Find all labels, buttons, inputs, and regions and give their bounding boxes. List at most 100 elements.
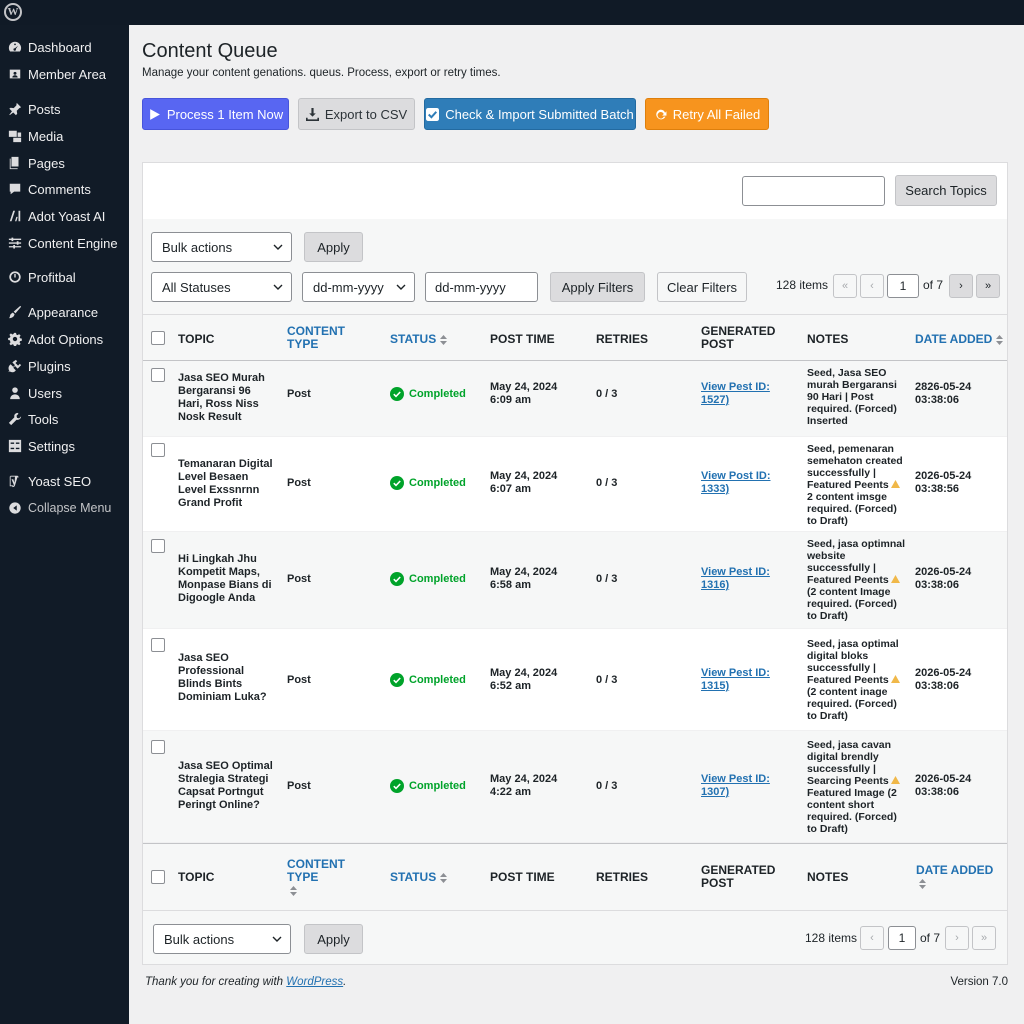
sidebar-item-tools[interactable]: Tools <box>0 408 129 430</box>
column-content-type[interactable]: CONTENT TYPE <box>287 325 357 351</box>
column-status[interactable]: STATUS <box>390 333 448 346</box>
prev-page-button[interactable]: ‹ <box>860 274 884 298</box>
row-checkbox[interactable] <box>151 443 165 457</box>
row-notes-detail: 2 content imsge required. (Forced) to Dr… <box>807 491 897 527</box>
select-all-checkbox[interactable] <box>151 331 165 345</box>
row-post-time: May 24, 2024 4:22 am <box>490 773 558 798</box>
apply-bulk-button-bottom[interactable]: Apply <box>304 924 363 954</box>
sidebar-item-pages[interactable]: Pages <box>0 152 129 174</box>
footer-column-post-time: POST TIME <box>490 870 555 884</box>
next-page-button[interactable]: › <box>949 274 973 298</box>
sidebar-item-label: Tools <box>28 411 59 427</box>
download-icon <box>305 107 319 121</box>
row-status: Completed <box>390 387 466 401</box>
footer-version: Version 7.0 <box>950 976 1008 988</box>
play-icon <box>149 108 160 120</box>
row-status-label: Completed <box>409 674 466 686</box>
apply-filters-button[interactable]: Apply Filters <box>550 272 645 302</box>
current-page-input[interactable]: 1 <box>887 274 919 298</box>
wrench-icon <box>7 411 23 427</box>
sidebar-item-appearance[interactable]: Appearance <box>0 301 129 323</box>
sidebar-item-label: Plugins <box>28 358 71 374</box>
check-import-batch-button[interactable]: Check & Import Submitted Batch <box>424 98 636 130</box>
check-circle-icon <box>390 476 404 490</box>
last-page-button-bottom[interactable]: » <box>972 926 996 950</box>
sidebar-item-member-area[interactable]: Member Area <box>0 63 129 85</box>
footer-column-date-added[interactable]: DATE ADDED <box>916 864 993 890</box>
sidebar-item-profitbal[interactable]: Profitbal <box>0 266 129 288</box>
footer-credit: Thank you for creating with WordPress. <box>145 976 346 988</box>
sidebar-item-content-engine[interactable]: Content Engine <box>0 232 129 254</box>
first-page-button[interactable]: « <box>833 274 857 298</box>
view-post-link[interactable]: View Pest ID: 1527) <box>701 381 773 407</box>
process-item-button[interactable]: Process 1 Item Now <box>142 98 289 130</box>
footer-credit-text: Thank you for creating with <box>145 976 284 988</box>
row-notes-text: Seed, Jasa SEO murah Bergaransi 90 Hari … <box>807 367 897 427</box>
search-topics-button[interactable]: Search Topics <box>895 175 997 206</box>
admin-bar: W <box>0 0 1024 25</box>
prev-page-button-bottom[interactable]: ‹ <box>860 926 884 950</box>
row-topic: Jasa SEO Professional Blinds Bints Domin… <box>178 652 267 703</box>
sidebar-item-settings[interactable]: Settings <box>0 435 129 457</box>
row-retries: 0 / 3 <box>596 477 618 489</box>
page-title: Content Queue <box>142 40 278 62</box>
select-all-checkbox-footer[interactable] <box>151 870 165 884</box>
pin-icon <box>7 101 23 117</box>
apply-bulk-button[interactable]: Apply <box>304 232 363 262</box>
sidebar-item-posts[interactable]: Posts <box>0 98 129 120</box>
view-post-link[interactable]: View Post ID: 1333) <box>701 470 773 496</box>
clear-filters-button[interactable]: Clear Filters <box>657 272 747 302</box>
row-checkbox[interactable] <box>151 539 165 553</box>
footer-column-content-type[interactable]: CONTENT TYPE <box>287 858 357 897</box>
sidebar-item-adot-options[interactable]: Adot Options <box>0 328 129 350</box>
footer-column-status[interactable]: STATUS <box>390 871 448 884</box>
date-from-select[interactable]: dd-mm-yyyy <box>302 272 415 302</box>
view-post-link[interactable]: View Pest ID: 1316) <box>701 566 773 592</box>
sidebar-item-label: Dashboard <box>28 39 92 55</box>
column-notes: NOTES <box>807 332 849 346</box>
wordpress-link[interactable]: WordPress <box>286 976 343 988</box>
row-retries: 0 / 3 <box>596 674 618 686</box>
row-topic: Hi Lingkah Jhu Kompetit Maps, Monpase Bi… <box>178 553 272 604</box>
media-icon <box>7 128 23 144</box>
sidebar-item-media[interactable]: Media <box>0 125 129 147</box>
retry-all-failed-button[interactable]: Retry All Failed <box>645 98 769 130</box>
yoast-icon <box>7 473 23 489</box>
bulk-actions-select[interactable]: Bulk actions <box>151 232 292 262</box>
table-row: Jasa SEO Professional Blinds Bints Domin… <box>143 629 1007 731</box>
next-page-button-bottom[interactable]: › <box>945 926 969 950</box>
sidebar-item-yoast-seo[interactable]: Yoast SEO <box>0 470 129 492</box>
row-checkbox[interactable] <box>151 368 165 382</box>
sidebar-item-users[interactable]: Users <box>0 382 129 404</box>
view-post-link[interactable]: View Pest ID: 1307) <box>701 773 773 799</box>
chevron-down-icon <box>273 244 283 250</box>
wordpress-logo-icon[interactable]: W <box>4 3 22 21</box>
sidebar-item-adot-yoast-ai[interactable]: Adot Yoast AI <box>0 205 129 227</box>
bulk-actions-select-bottom[interactable]: Bulk actions <box>153 924 291 954</box>
date-to-input[interactable]: dd-mm-yyyy <box>425 272 538 302</box>
collapse-menu-button[interactable]: Collapse Menu <box>0 497 129 519</box>
search-topics-input[interactable] <box>742 176 885 206</box>
last-page-button[interactable]: » <box>976 274 1000 298</box>
view-post-link[interactable]: View Pest ID: 1315) <box>701 667 773 693</box>
ai-icon <box>7 208 23 224</box>
sidebar-item-dashboard[interactable]: Dashboard <box>0 36 129 58</box>
warning-icon <box>890 675 900 683</box>
row-notes: Seed, jasa optimal digital bloks success… <box>807 638 907 722</box>
row-status-label: Completed <box>409 388 466 400</box>
table-row: Jasa SEO Murah Bergaransi 96 Hari, Ross … <box>143 361 1007 437</box>
status-filter-select[interactable]: All Statuses <box>151 272 292 302</box>
sliders-icon <box>7 235 23 251</box>
sidebar-item-plugins[interactable]: Plugins <box>0 355 129 377</box>
row-retries: 0 / 3 <box>596 388 618 400</box>
current-page-input-bottom[interactable]: 1 <box>888 926 916 950</box>
column-date-added[interactable]: DATE ADDED <box>915 333 1004 346</box>
sort-icon <box>919 878 926 889</box>
sort-icon <box>440 872 448 883</box>
footer-column-content-type-label: CONTENT TYPE <box>287 857 345 884</box>
export-csv-button[interactable]: Export to CSV <box>298 98 415 130</box>
sidebar-item-comments[interactable]: Comments <box>0 178 129 200</box>
check-circle-icon <box>390 387 404 401</box>
row-checkbox[interactable] <box>151 740 165 754</box>
row-checkbox[interactable] <box>151 638 165 652</box>
